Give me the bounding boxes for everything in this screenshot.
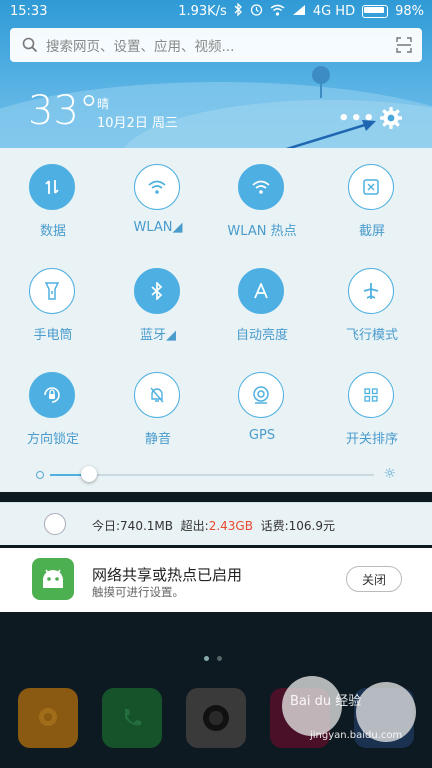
flashlight-icon <box>29 268 75 314</box>
hotspot-notification[interactable]: 网络共享或热点已启用 触摸可进行设置。 关闭 <box>0 548 432 612</box>
toggle-label: 方向锁定 <box>26 432 79 447</box>
toggle-data[interactable]: 数据 <box>1 164 105 256</box>
toggle-label: WLAN◢ <box>133 220 183 235</box>
today-label: 今日: <box>92 519 121 533</box>
data-usage-bar[interactable]: 今日:740.1MB 超出:2.43GB 话费:106.9元 <box>0 502 432 545</box>
brightness-high-icon: ☼ <box>383 466 396 482</box>
toggle-airplane[interactable]: 飞行模式 <box>320 268 424 360</box>
over-label: 超出: <box>180 519 209 533</box>
toggle-label: 开关排序 <box>345 432 398 447</box>
gps-icon <box>238 372 284 418</box>
page-indicator <box>204 656 222 661</box>
mute-bell-icon <box>134 372 180 418</box>
toggle-sort[interactable]: 开关排序 <box>320 372 424 464</box>
rotation-lock-icon <box>29 372 75 418</box>
data-arrows-icon <box>29 164 75 210</box>
today-value: 740.1MB <box>120 519 173 533</box>
notification-title: 网络共享或热点已启用 <box>92 566 243 584</box>
dock-app-messages-icon[interactable] <box>18 688 78 748</box>
home-screen-background <box>0 612 432 768</box>
notification-subtitle: 触摸可进行设置。 <box>92 585 184 599</box>
toggle-mute[interactable]: 静音 <box>106 372 210 464</box>
auto-brightness-icon <box>238 268 284 314</box>
brightness-low-icon <box>36 471 44 479</box>
toggle-gps[interactable]: GPS <box>210 372 314 464</box>
android-icon <box>32 558 74 600</box>
toggle-label: 飞行模式 <box>345 328 398 343</box>
usage-text: 今日:740.1MB 超出:2.43GB 话费:106.9元 <box>92 517 335 534</box>
toggle-screenshot[interactable]: 截屏 <box>320 164 424 256</box>
toggle-label: WLAN 热点 <box>227 224 297 239</box>
wifi-icon <box>134 164 180 210</box>
toggle-wlan[interactable]: WLAN◢ <box>106 164 210 256</box>
sort-grid-icon <box>348 372 394 418</box>
toggle-label: GPS <box>248 428 276 443</box>
usage-ring-icon <box>44 513 66 535</box>
toggle-label: 静音 <box>144 432 171 447</box>
bluetooth-icon <box>134 268 180 314</box>
fee-label: 话费: <box>260 519 289 533</box>
close-button[interactable]: 关闭 <box>346 566 402 592</box>
toggle-label: 蓝牙◢ <box>140 328 176 343</box>
toggle-bluetooth[interactable]: 蓝牙◢ <box>106 268 210 360</box>
toggle-auto-brightness[interactable]: 自动亮度 <box>210 268 314 360</box>
toggle-label: 手电筒 <box>33 328 73 343</box>
toggle-hotspot[interactable]: WLAN 热点 <box>210 164 314 256</box>
watermark-brand: Bai du 经验 <box>290 694 362 709</box>
watermark-site: jingyan.baidu.com <box>310 730 403 741</box>
toggle-label: 自动亮度 <box>235 328 288 343</box>
brightness-slider[interactable]: ☼ <box>36 466 396 482</box>
watermark: Bai du 经验 jingyan.baidu.com <box>290 690 402 741</box>
slider-track <box>50 474 374 476</box>
hotspot-icon <box>238 164 284 210</box>
screenshot-icon <box>348 164 394 210</box>
fee-value: 106.9元 <box>288 519 335 533</box>
airplane-icon <box>348 268 394 314</box>
slider-knob[interactable] <box>81 466 97 482</box>
toggle-label: 截屏 <box>358 224 385 239</box>
toggle-flashlight[interactable]: 手电筒 <box>1 268 105 360</box>
dock-app-phone-icon[interactable] <box>102 688 162 748</box>
dock-app-camera-icon[interactable] <box>186 688 246 748</box>
quick-settings-panel: 数据 WLAN◢ WLAN 热点 截屏 手电筒 蓝牙◢ 自动亮度 飞行模式 方向… <box>0 148 432 492</box>
over-value: 2.43GB <box>208 519 253 533</box>
toggle-label: 数据 <box>39 224 66 239</box>
toggle-rotation-lock[interactable]: 方向锁定 <box>1 372 105 464</box>
